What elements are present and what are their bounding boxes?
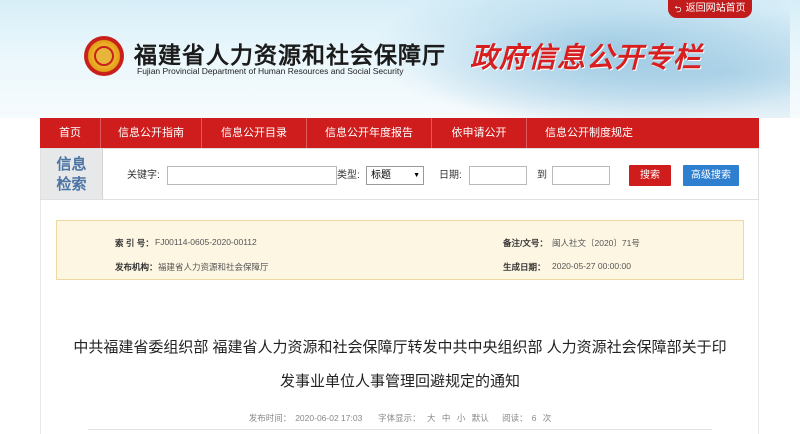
dropdown-arrow-icon: ▼ (413, 172, 420, 179)
advanced-search-button[interactable]: 高级搜索 (683, 165, 739, 186)
date-to-label: 到 (537, 170, 547, 181)
byline-divider (88, 429, 712, 430)
back-arrow-icon: ⮌ (674, 4, 682, 14)
nav-item-home[interactable]: 首页 (40, 118, 101, 148)
type-label: 类型: (337, 170, 360, 181)
publisher-label: 发布机构： (115, 262, 158, 272)
back-to-homepage-link[interactable]: ⮌ 返回网站首页 (668, 0, 752, 18)
type-select-value: 标题 (371, 170, 391, 181)
date-from-input[interactable] (469, 166, 527, 185)
font-small-button[interactable]: 小 (457, 413, 466, 423)
views-value: 6 (531, 413, 537, 423)
doc-number-value: 闽人社文〔2020〕71号 (552, 238, 640, 248)
document-title-line2: 发事业单位人事管理回避规定的通知 (279, 373, 520, 390)
date-to-input[interactable] (552, 166, 610, 185)
created-date-value: 2020-05-27 00:00:00 (552, 261, 631, 271)
published-value: 2020-06-02 17:03 (295, 413, 363, 423)
search-panel: 信息 检索 关键字: 类型: 标题 ▼ 日期: 到 搜索 高级搜索 (40, 148, 759, 200)
nav-item-guide[interactable]: 信息公开指南 (101, 118, 202, 148)
created-date-label: 生成日期： (503, 262, 546, 272)
main-nav: 首页 信息公开指南 信息公开目录 信息公开年度报告 依申请公开 信息公开制度规定 (40, 118, 759, 148)
font-size-label: 字体显示： (378, 413, 421, 423)
department-name: 福建省人力资源和社会保障厅 (134, 42, 446, 69)
header-banner: ⮌ 返回网站首页 福建省人力资源和社会保障厅 Fujian Provincial… (0, 0, 800, 118)
font-default-button[interactable]: 默认 (472, 413, 489, 423)
document-title: 中共福建省委组织部 福建省人力资源和社会保障厅转发中共中央组织部 人力资源社会保… (56, 334, 744, 396)
search-title-line1: 信息 (56, 156, 87, 173)
search-button[interactable]: 搜索 (629, 165, 671, 186)
publisher-value: 福建省人力资源和社会保障厅 (158, 262, 269, 272)
published-label: 发布时间： (248, 413, 292, 423)
national-emblem-icon (84, 36, 124, 76)
document-title-line1: 中共福建省委组织部 福建省人力资源和社会保障厅转发中共中央组织部 人力资源社会保… (73, 339, 727, 356)
type-select[interactable]: 标题 ▼ (366, 166, 424, 185)
document-meta-box: 索 引 号： FJ00114-0605-2020-00112 发布机构： 福建省… (56, 220, 744, 280)
doc-number-label: 备注/文号： (503, 238, 548, 248)
search-panel-title: 信息 检索 (41, 149, 103, 199)
views-label: 阅读： (502, 413, 528, 423)
nav-item-catalog[interactable]: 信息公开目录 (202, 118, 307, 148)
font-large-button[interactable]: 大 (427, 413, 436, 423)
keyword-input[interactable] (167, 166, 337, 185)
index-number-value: FJ00114-0605-2020-00112 (155, 237, 257, 247)
document-byline: 发布时间： 2020-06-02 17:03 字体显示： 大 中 小 默认 阅读：… (56, 412, 744, 424)
nav-item-annual-report[interactable]: 信息公开年度报告 (307, 118, 432, 148)
views-unit: 次 (542, 413, 552, 423)
department-name-english: Fujian Provincial Department of Human Re… (137, 66, 404, 76)
date-label: 日期: (439, 170, 462, 181)
keyword-label: 关键字: (127, 170, 160, 181)
column-title: 政府信息公开专栏 (470, 42, 703, 73)
back-link-label: 返回网站首页 (685, 3, 746, 14)
index-number-label: 索 引 号： (115, 238, 154, 248)
search-title-line2: 检索 (56, 176, 87, 193)
nav-item-apply[interactable]: 依申请公开 (432, 118, 527, 148)
nav-item-regulations[interactable]: 信息公开制度规定 (527, 118, 651, 148)
font-medium-button[interactable]: 中 (442, 413, 451, 423)
